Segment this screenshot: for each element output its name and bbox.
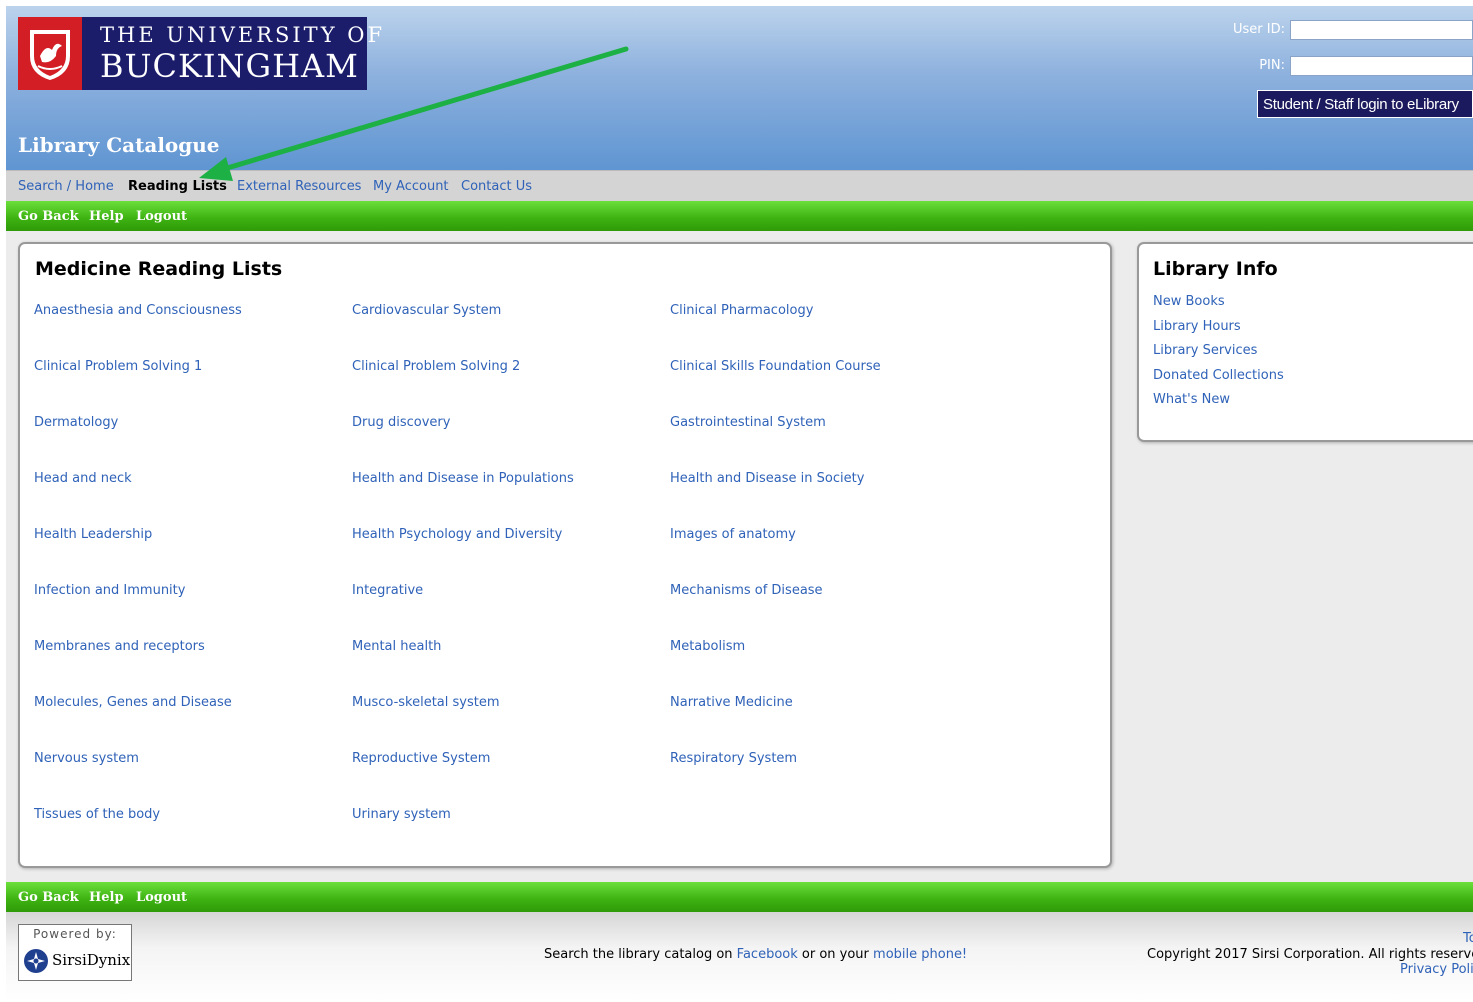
library-info-title: Library Info <box>1153 258 1278 280</box>
course-link[interactable]: Images of anatomy <box>670 527 796 542</box>
elibrary-login-button[interactable]: Student / Staff login to eLibrary <box>1257 90 1473 118</box>
info-link-whats-new[interactable]: What's New <box>1153 392 1230 407</box>
course-link[interactable]: Reproductive System <box>352 751 490 766</box>
powered-by-label: Powered by: <box>33 927 117 941</box>
info-link-library-services[interactable]: Library Services <box>1153 343 1257 358</box>
university-logo[interactable]: THE UNIVERSITY OF BUCKINGHAM <box>18 17 382 90</box>
course-link[interactable]: Head and neck <box>34 471 132 486</box>
course-link[interactable]: Health Leadership <box>34 527 152 542</box>
course-link[interactable]: Clinical Problem Solving 2 <box>352 359 520 374</box>
course-link[interactable]: Drug discovery <box>352 415 450 430</box>
course-link[interactable]: Health and Disease in Populations <box>352 471 574 486</box>
help-link[interactable]: Help <box>89 890 124 905</box>
help-link[interactable]: Help <box>89 209 124 224</box>
course-link[interactable]: Clinical Pharmacology <box>670 303 813 318</box>
course-link[interactable]: Clinical Problem Solving 1 <box>34 359 202 374</box>
tab-search-home[interactable]: Search / Home <box>18 179 114 194</box>
user-id-input[interactable] <box>1290 20 1473 40</box>
course-link[interactable]: Integrative <box>352 583 423 598</box>
sirsidynix-name: SirsiDynix <box>52 951 131 969</box>
header: THE UNIVERSITY OF BUCKINGHAM Library Cat… <box>6 6 1473 170</box>
course-link[interactable]: Mechanisms of Disease <box>670 583 823 598</box>
tab-external-resources[interactable]: External Resources <box>237 179 361 194</box>
course-link[interactable]: Cardiovascular System <box>352 303 501 318</box>
app-title: Library Catalogue <box>18 133 220 157</box>
logout-link[interactable]: Logout <box>136 209 187 224</box>
course-link[interactable]: Respiratory System <box>670 751 797 766</box>
course-link[interactable]: Membranes and receptors <box>34 639 205 654</box>
top-link[interactable]: Top <box>1463 931 1473 946</box>
pin-input[interactable] <box>1290 56 1473 76</box>
course-link[interactable]: Health Psychology and Diversity <box>352 527 562 542</box>
course-link[interactable]: Dermatology <box>34 415 118 430</box>
pin-label: PIN: <box>1259 58 1285 73</box>
mobile-phone-link[interactable]: mobile phone! <box>873 947 967 962</box>
course-link[interactable]: Metabolism <box>670 639 745 654</box>
shield-crest-icon <box>18 17 82 90</box>
course-link[interactable]: Clinical Skills Foundation Course <box>670 359 881 374</box>
tab-bar: Search / Home Reading Lists External Res… <box>6 170 1473 201</box>
course-link[interactable]: Musco-skeletal system <box>352 695 500 710</box>
course-link[interactable]: Health and Disease in Society <box>670 471 864 486</box>
course-link[interactable]: Mental health <box>352 639 441 654</box>
tab-reading-lists[interactable]: Reading Lists <box>128 179 227 194</box>
tab-my-account[interactable]: My Account <box>373 179 449 194</box>
reading-lists-panel: Medicine Reading Lists Anaesthesia and C… <box>18 242 1112 868</box>
tab-contact-us[interactable]: Contact Us <box>461 179 532 194</box>
logo-text-line2: BUCKINGHAM <box>100 47 359 85</box>
course-link[interactable]: Nervous system <box>34 751 139 766</box>
info-link-new-books[interactable]: New Books <box>1153 294 1225 309</box>
user-id-label: User ID: <box>1233 22 1285 37</box>
go-back-link[interactable]: Go Back <box>18 890 79 905</box>
library-info-panel: Library Info New Books Library Hours Lib… <box>1137 242 1473 442</box>
info-link-donated-collections[interactable]: Donated Collections <box>1153 368 1284 383</box>
action-bar-bottom: Go Back Help Logout <box>6 882 1473 912</box>
privacy-policy-link[interactable]: Privacy Policy <box>1400 962 1473 977</box>
course-link[interactable]: Infection and Immunity <box>34 583 185 598</box>
footer-search-note: Search the library catalog on Facebook o… <box>544 947 967 962</box>
panel-title: Medicine Reading Lists <box>35 258 283 280</box>
footer-search-prefix: Search the library catalog on <box>544 947 737 962</box>
course-link[interactable]: Gastrointestinal System <box>670 415 826 430</box>
logo-text-line1: THE UNIVERSITY OF <box>100 23 386 47</box>
info-link-library-hours[interactable]: Library Hours <box>1153 319 1241 334</box>
page-frame: THE UNIVERSITY OF BUCKINGHAM Library Cat… <box>6 6 1473 1002</box>
course-link[interactable]: Urinary system <box>352 807 451 822</box>
course-link[interactable]: Molecules, Genes and Disease <box>34 695 232 710</box>
course-link[interactable]: Anaesthesia and Consciousness <box>34 303 242 318</box>
course-link[interactable]: Tissues of the body <box>34 807 160 822</box>
footer-search-middle: or on your <box>797 947 874 962</box>
footer: Powered by: SirsiDynix Search the librar… <box>6 912 1473 1002</box>
powered-by-badge[interactable]: Powered by: SirsiDynix <box>18 924 132 981</box>
logout-link[interactable]: Logout <box>136 890 187 905</box>
action-bar-top: Go Back Help Logout <box>6 201 1473 231</box>
facebook-link[interactable]: Facebook <box>737 947 798 962</box>
sirsidynix-logo-icon <box>24 949 48 973</box>
course-link[interactable]: Narrative Medicine <box>670 695 793 710</box>
copyright-text: Copyright 2017 Sirsi Corporation. All ri… <box>1147 947 1473 962</box>
go-back-link[interactable]: Go Back <box>18 209 79 224</box>
